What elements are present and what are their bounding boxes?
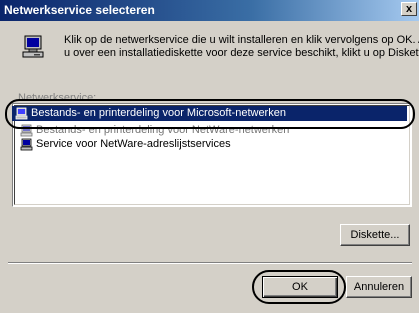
list-item[interactable]: Service voor NetWare-adreslijstservices bbox=[19, 137, 231, 152]
list-item-label: Bestands- en printerdeling voor Microsof… bbox=[31, 107, 286, 119]
title-bar[interactable]: Netwerkservice selecteren x bbox=[0, 0, 419, 21]
cancel-button[interactable]: Annuleren bbox=[346, 276, 412, 298]
network-computer-icon bbox=[22, 35, 44, 58]
ok-button[interactable]: OK bbox=[262, 276, 338, 298]
separator bbox=[8, 262, 412, 264]
list-item-label: Bestands- en printerdeling voor NetWare-… bbox=[36, 124, 290, 136]
intro-text: Klik op de netwerkservice die u wilt ins… bbox=[64, 34, 419, 60]
intro-line-2: u over een installatiediskette voor deze… bbox=[64, 47, 419, 59]
close-icon: x bbox=[405, 3, 413, 15]
dialog-window: Netwerkservice selecteren x Klik op de n… bbox=[0, 0, 419, 313]
list-item-label: Service voor NetWare-adreslijstservices bbox=[36, 138, 231, 150]
list-item-selected[interactable]: Bestands- en printerdeling voor Microsof… bbox=[12, 106, 407, 121]
service-icon bbox=[20, 138, 33, 151]
close-button[interactable]: x bbox=[401, 2, 417, 16]
diskette-button[interactable]: Diskette... bbox=[340, 224, 410, 246]
list-item[interactable]: Bestands- en printerdeling voor NetWare-… bbox=[19, 123, 289, 138]
service-icon bbox=[15, 107, 28, 120]
window-title: Netwerkservice selecteren bbox=[4, 3, 155, 17]
intro-line-1: Klik op de netwerkservice die u wilt ins… bbox=[64, 34, 419, 46]
service-icon bbox=[20, 124, 33, 137]
